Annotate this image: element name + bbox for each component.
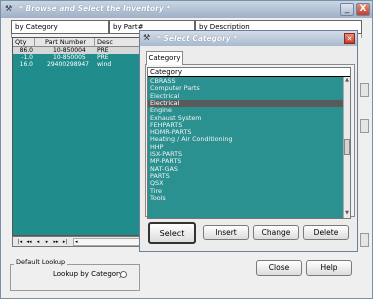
part-number-cell: 10-850004 xyxy=(53,47,86,54)
scroll-thumb[interactable] xyxy=(344,139,350,155)
help-button[interactable]: Help xyxy=(306,260,352,276)
qty-cell: 16.0 xyxy=(19,61,33,68)
dialog-title: * Select Category * xyxy=(157,34,238,43)
part-number-cell: 29400298947 xyxy=(47,61,89,68)
app-tools-icon: ⚒ xyxy=(5,4,13,13)
window-title: * Browse and Select the Inventory * xyxy=(19,4,171,13)
insert-button[interactable]: Insert xyxy=(203,225,249,240)
table-row[interactable]: 16.0 29400298947 wind xyxy=(13,61,143,68)
column-header-qty[interactable]: Qty xyxy=(13,38,35,47)
close-button[interactable]: Close xyxy=(256,260,302,276)
list-header: Category xyxy=(148,68,350,77)
column-header-part-number[interactable]: Part Number xyxy=(35,38,95,47)
close-window-button[interactable]: X xyxy=(356,3,370,16)
dialog-close-button[interactable]: ✕ xyxy=(344,33,355,44)
description-cell: PRE xyxy=(97,54,109,61)
app-tools-icon: ⚒ xyxy=(143,33,151,42)
table-row[interactable]: -1.0 10-850005 PRE xyxy=(13,54,143,61)
scroll-up-arrow[interactable]: ▲ xyxy=(344,77,350,84)
dialog-titlebar[interactable]: ⚒ * Select Category * ✕ xyxy=(140,31,357,46)
description-cell: wind xyxy=(97,61,112,68)
main-titlebar[interactable]: ⚒ * Browse and Select the Inventory * _ … xyxy=(1,1,372,18)
first-record-button[interactable]: |◂ xyxy=(16,238,24,246)
lookup-by-category-label: Lookup by Category xyxy=(53,270,124,278)
tab-category[interactable]: Category xyxy=(146,51,183,65)
default-lookup-title: Default Lookup xyxy=(14,258,68,266)
lookup-by-category-radio[interactable] xyxy=(120,271,127,278)
category-items[interactable]: CBRASS Computer Parts Electrical Electrical… xyxy=(148,77,343,218)
horizontal-scrollbar[interactable]: ◂ xyxy=(73,238,141,246)
minimize-button[interactable]: _ xyxy=(340,3,354,16)
select-category-dialog: ⚒ * Select Category * ✕ Category Categor… xyxy=(139,30,358,252)
list-item[interactable]: PARTS xyxy=(148,172,343,180)
list-item[interactable]: NAT-GAS xyxy=(148,165,343,173)
delete-button[interactable]: Delete xyxy=(303,225,349,240)
next-page-button[interactable]: ▸▸ xyxy=(52,238,60,246)
next-record-button[interactable]: ▸ xyxy=(43,238,51,246)
list-item[interactable]: Electrical xyxy=(148,99,343,108)
qty-cell: 86.0 xyxy=(19,47,33,54)
side-button[interactable] xyxy=(360,83,369,97)
list-item[interactable]: Heating / Air Conditioning xyxy=(148,136,343,144)
description-cell: PRE xyxy=(97,47,109,54)
scroll-left-arrow[interactable]: ◂ xyxy=(75,239,78,246)
grid-header: Qty Part Number Desc xyxy=(13,38,143,47)
inventory-grid[interactable]: Qty Part Number Desc 86.0 10-850004 PRE … xyxy=(12,37,144,236)
list-item[interactable]: Tire xyxy=(148,187,343,195)
scroll-down-arrow[interactable]: ▼ xyxy=(344,210,350,217)
record-navigator: |◂ ◂◂ ◂ ▸ ▸▸ ▸| ◂ xyxy=(12,236,144,247)
column-header-description[interactable]: Desc xyxy=(95,38,143,47)
side-button[interactable] xyxy=(360,233,369,247)
category-list[interactable]: Category CBRASS Computer Parts Electrical E… xyxy=(147,67,351,219)
tab-by-category[interactable]: by Category xyxy=(11,20,109,34)
prior-page-button[interactable]: ◂◂ xyxy=(25,238,33,246)
side-button[interactable] xyxy=(360,119,369,133)
last-record-button[interactable]: ▸| xyxy=(61,238,69,246)
qty-cell: -1.0 xyxy=(21,54,33,61)
select-button[interactable]: Select xyxy=(148,222,196,244)
list-item[interactable]: QSX xyxy=(148,179,343,187)
vertical-scrollbar[interactable]: ▲ ▼ xyxy=(343,77,350,218)
part-number-cell: 10-850005 xyxy=(53,54,86,61)
list-item[interactable]: Tools xyxy=(148,194,343,202)
prior-record-button[interactable]: ◂ xyxy=(34,238,42,246)
change-button[interactable]: Change xyxy=(253,225,299,240)
table-row[interactable]: 86.0 10-850004 PRE xyxy=(13,47,143,54)
